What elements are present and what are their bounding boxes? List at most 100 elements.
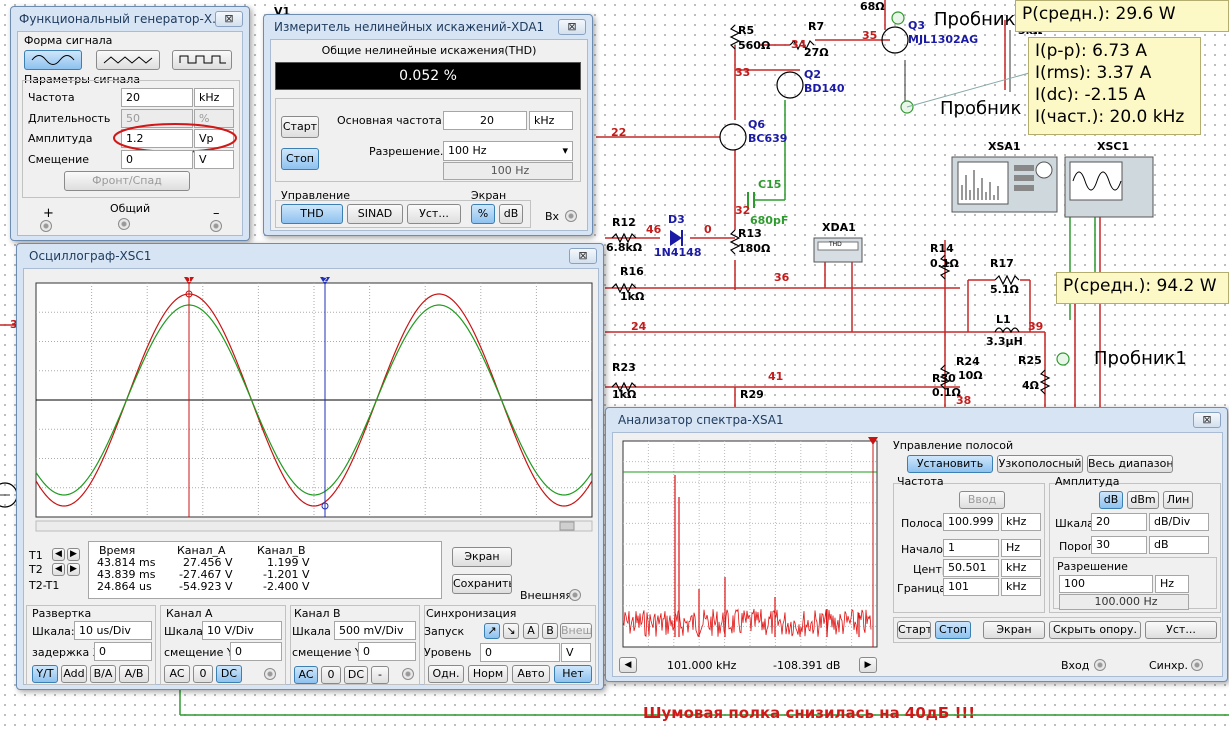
trigger-none-button[interactable]: Нет	[554, 665, 592, 683]
resolution-input[interactable]: 100	[1059, 575, 1153, 593]
probe-mid-readout: I(p-p): 6.73 A I(rms): 3.37 A I(dc): -2.…	[1028, 37, 1201, 135]
fund-freq-unit[interactable]: kHz	[529, 111, 573, 130]
resolution-unit[interactable]: Hz	[1155, 575, 1189, 593]
res-select[interactable]: 100 Hz ▾	[443, 141, 573, 161]
funcgen-close-button[interactable]: ⊠	[215, 11, 243, 27]
offset-input[interactable]: 0	[121, 150, 193, 169]
cursor-readout-table: Время Канал_A Канал_B 43.814 ms 27.456 V…	[88, 541, 442, 599]
trigger-source-a-button[interactable]: A	[523, 623, 539, 639]
band-set-button[interactable]: Установить	[907, 455, 993, 473]
spectrum-sync-terminal[interactable]	[1191, 659, 1203, 671]
spectrum-screen[interactable]	[619, 437, 881, 651]
center-freq-input[interactable]: 50.501	[943, 559, 999, 577]
trigger-rising-edge-icon[interactable]: ↗	[484, 623, 500, 639]
spectrum-setup-button[interactable]: Уст...	[1145, 621, 1217, 639]
fund-freq-input[interactable]: 20	[443, 111, 527, 130]
band-full-button[interactable]: Весь диапазон	[1087, 455, 1173, 473]
channel-b-invert-button[interactable]: -	[371, 666, 389, 684]
spectrum-start-button[interactable]: Старт	[897, 621, 931, 639]
channel-a-ac-button[interactable]: AC	[164, 665, 190, 683]
ba-mode-button[interactable]: B/A	[90, 665, 116, 683]
t2-right-arrow-icon[interactable]: ▶	[67, 563, 80, 576]
freq-input[interactable]: 20	[121, 88, 193, 107]
offset-unit-select[interactable]: V	[194, 150, 234, 169]
amp-scale-unit[interactable]: dB/Div	[1149, 513, 1209, 531]
t1-right-arrow-icon[interactable]: ▶	[67, 548, 80, 561]
thd-mode-button[interactable]: THD	[281, 204, 343, 224]
percent-button[interactable]: %	[471, 204, 495, 224]
scope-screen-button[interactable]: Экран	[452, 547, 512, 567]
channel-b-terminal[interactable]	[402, 668, 414, 680]
thd-stop-button[interactable]: Стоп	[281, 148, 319, 170]
channel-b-zero-button[interactable]: 0	[321, 666, 341, 684]
plus-terminal[interactable]	[40, 220, 52, 232]
channel-b-offset-input[interactable]: 0	[358, 642, 416, 661]
start-freq-unit[interactable]: Hz	[1001, 539, 1041, 557]
trigger-single-button[interactable]: Одн.	[428, 665, 464, 683]
frequency-enter-button[interactable]: Ввод	[959, 491, 1005, 509]
end-freq-input[interactable]: 101	[943, 578, 999, 596]
start-freq-input[interactable]: 1	[943, 539, 999, 557]
spectrum-input-terminal[interactable]	[1094, 659, 1106, 671]
node-24: 24	[631, 320, 647, 333]
trigger-source-ext-button[interactable]: Внеш	[560, 623, 592, 639]
db-button[interactable]: dB	[499, 204, 523, 224]
amp-db-button[interactable]: dB	[1099, 491, 1123, 509]
trigger-normal-button[interactable]: Норм	[468, 665, 508, 683]
threshold-unit[interactable]: dB	[1149, 536, 1209, 554]
hide-reference-button[interactable]: Скрыть опору.	[1049, 621, 1141, 639]
spectrum-right-arrow-icon[interactable]: ▶	[859, 657, 877, 673]
timebase-scale-input[interactable]: 10 us/Div	[74, 621, 152, 640]
sinad-mode-button[interactable]: SINAD	[347, 204, 403, 224]
spectrum-stop-button[interactable]: Стоп	[935, 621, 971, 639]
trigger-auto-button[interactable]: Авто	[512, 665, 550, 683]
spectrum-left-arrow-icon[interactable]: ◀	[619, 657, 637, 673]
spectrum-screen-button[interactable]: Экран	[983, 621, 1045, 639]
spectrum-close-button[interactable]: ⊠	[1193, 412, 1221, 428]
scope-close-button[interactable]: ⊠	[569, 248, 597, 264]
wave-sine-button[interactable]	[24, 50, 82, 70]
add-mode-button[interactable]: Add	[61, 665, 87, 683]
xdelay-input[interactable]: 0	[94, 642, 152, 661]
trigger-falling-edge-icon[interactable]: ↘	[503, 623, 519, 639]
wave-triangle-button[interactable]	[96, 50, 160, 70]
thd-input-terminal[interactable]	[565, 210, 577, 222]
scope-save-button[interactable]: Сохранить	[452, 574, 512, 594]
amp-linear-button[interactable]: Лин	[1163, 491, 1193, 509]
channel-b-offset-label: смещение Y	[292, 646, 362, 659]
common-terminal[interactable]	[118, 218, 130, 230]
yt-mode-button[interactable]: Y/T	[32, 665, 58, 683]
center-freq-unit[interactable]: kHz	[1001, 559, 1041, 577]
t1-left-arrow-icon[interactable]: ◀	[52, 548, 65, 561]
amp-dbm-button[interactable]: dBm	[1127, 491, 1159, 509]
thd-start-button[interactable]: Старт	[281, 116, 319, 138]
external-trigger-terminal[interactable]	[569, 589, 581, 601]
thd-setup-button[interactable]: Уст...	[407, 204, 461, 224]
channel-b-scale-input[interactable]: 500 mV/Div	[334, 621, 416, 640]
channel-a-dc-button[interactable]: DC	[216, 665, 242, 683]
threshold-input[interactable]: 30	[1091, 536, 1147, 554]
t2-left-arrow-icon[interactable]: ◀	[52, 563, 65, 576]
channel-b-ac-button[interactable]: AC	[294, 666, 318, 684]
span-input[interactable]: 100.999	[943, 513, 999, 531]
freq-unit-select[interactable]: kHz	[194, 88, 234, 107]
channel-a-zero-button[interactable]: 0	[193, 665, 213, 683]
rise-fall-button[interactable]: Фронт/Спад	[64, 171, 190, 191]
amp-scale-input[interactable]: 20	[1091, 513, 1147, 531]
channel-a-terminal[interactable]	[264, 668, 276, 680]
wave-square-button[interactable]	[172, 50, 232, 70]
end-freq-unit[interactable]: kHz	[1001, 578, 1041, 596]
channel-a-scale-input[interactable]: 10 V/Div	[202, 621, 282, 640]
q2-label: Q2	[804, 68, 822, 81]
span-unit[interactable]: kHz	[1001, 513, 1041, 531]
trigger-source-b-button[interactable]: B	[542, 623, 558, 639]
trigger-level-input[interactable]: 0	[480, 643, 560, 662]
scope-screen[interactable]: 12	[24, 269, 598, 534]
channel-a-offset-input[interactable]: 0	[230, 642, 282, 661]
ab-mode-button[interactable]: A/B	[119, 665, 149, 683]
thd-close-button[interactable]: ⊠	[558, 19, 586, 35]
minus-terminal[interactable]	[210, 220, 222, 232]
band-narrow-button[interactable]: Узкополосный	[997, 455, 1083, 473]
trigger-level-unit[interactable]: V	[561, 643, 591, 662]
channel-b-dc-button[interactable]: DC	[344, 666, 368, 684]
